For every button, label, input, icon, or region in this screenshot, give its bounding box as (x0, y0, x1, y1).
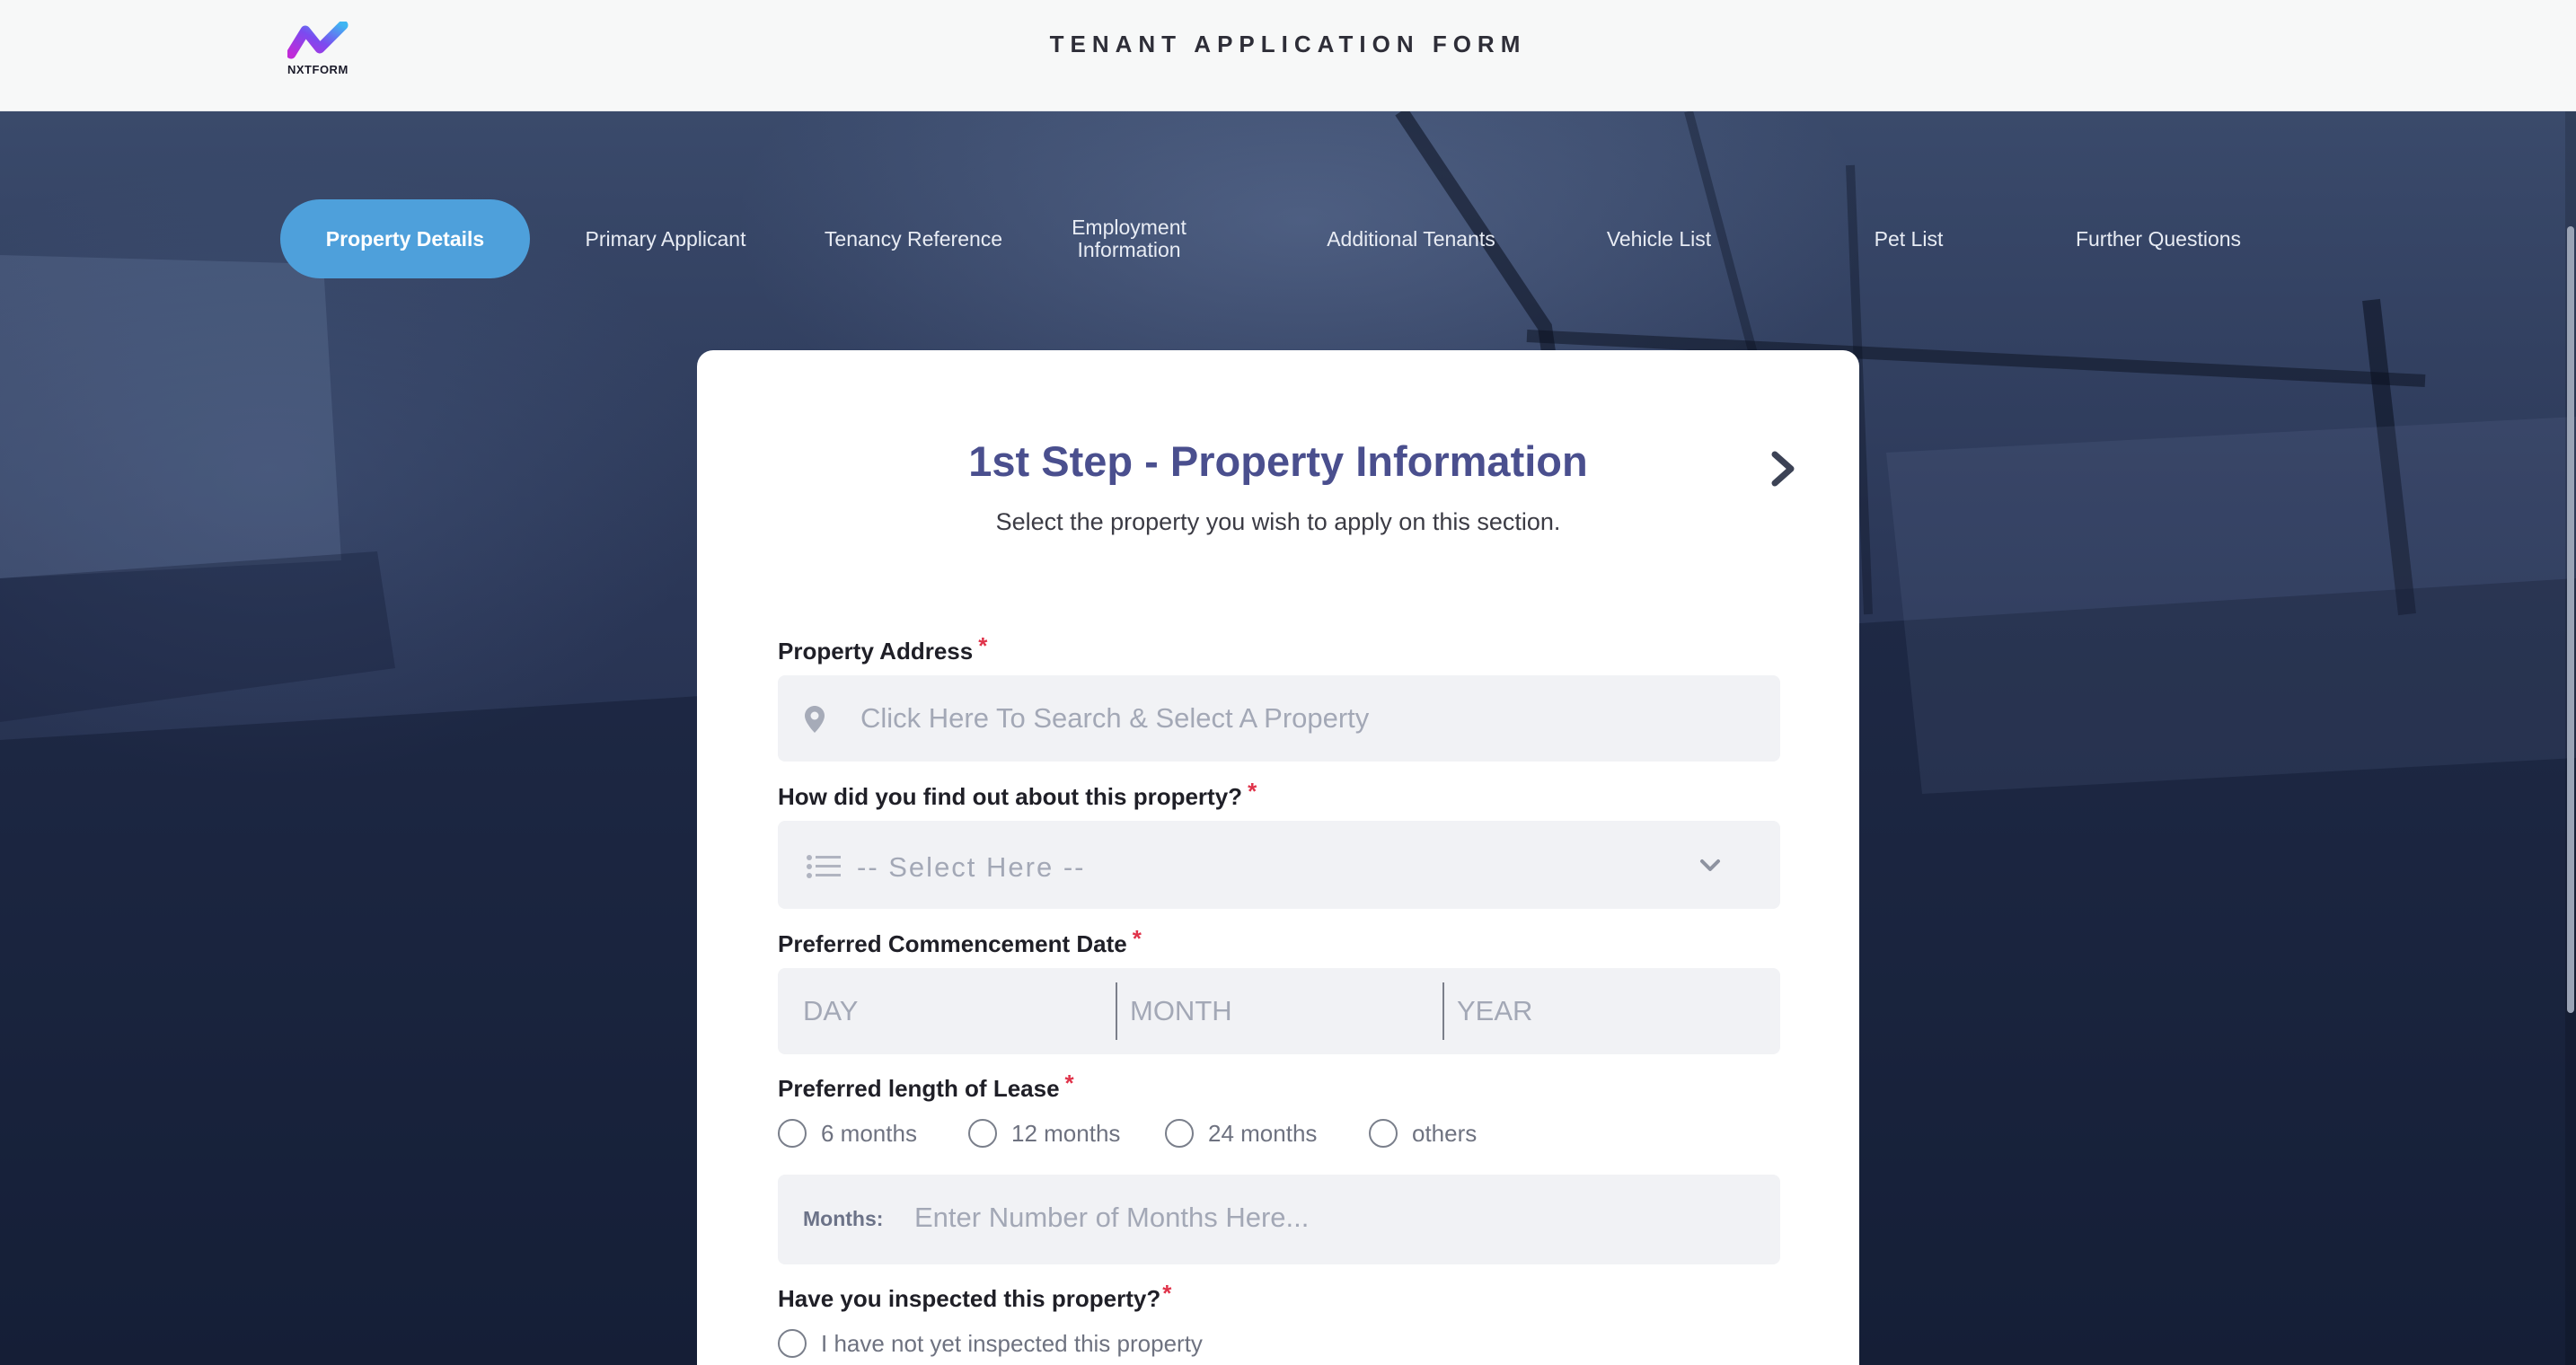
required-asterisk: * (1162, 1280, 1172, 1307)
step-further-questions[interactable]: Further Questions (2033, 199, 2283, 278)
radio-circle[interactable] (1369, 1119, 1398, 1148)
location-pin-icon (805, 706, 825, 733)
radio-circle[interactable] (968, 1119, 997, 1148)
year-input[interactable]: YEAR (1432, 968, 1780, 1054)
month-input[interactable]: MONTH (1105, 968, 1432, 1054)
commencement-date-field: DAY MONTH YEAR (778, 968, 1780, 1054)
commencement-date-label-text: Preferred Commencement Date (778, 930, 1127, 957)
property-address-input[interactable]: Click Here To Search & Select A Property (778, 675, 1780, 762)
find-out-label: How did you find out about this property… (778, 778, 1257, 811)
step-title: 1st Step - Property Information (968, 437, 1588, 485)
find-out-label-text: How did you find out about this property… (778, 783, 1243, 810)
step-vehicle-list[interactable]: Vehicle List (1534, 199, 1784, 278)
page-title: TENANT APPLICATION FORM (1049, 31, 1527, 57)
step-subtitle: Select the property you wish to apply on… (995, 508, 1561, 535)
steps-nav: Property Details Primary Applicant Tenan… (280, 199, 2292, 278)
property-address-label: Property Address * (778, 632, 987, 665)
radio-circle[interactable] (778, 1329, 807, 1358)
inspected-label-text: Have you inspected this property? (778, 1285, 1161, 1312)
logo-text: NXTFORM (287, 63, 348, 76)
lease-24-months-radio[interactable]: 24 months (1165, 1119, 1317, 1148)
radio-label: I have not yet inspected this property (821, 1329, 1203, 1357)
radio-label: 12 months (1011, 1119, 1121, 1147)
radio-label: 24 months (1208, 1119, 1318, 1147)
inspected-label: Have you inspected this property?* (778, 1280, 1171, 1313)
top-header: NXTFORM TENANT APPLICATION FORM (0, 0, 2576, 111)
lease-length-label: Preferred length of Lease * (778, 1070, 1074, 1103)
form-card: 1st Step - Property Information Select t… (697, 350, 1859, 1365)
radio-circle[interactable] (778, 1119, 807, 1148)
scrollbar-thumb[interactable] (2567, 226, 2574, 1013)
commencement-date-label: Preferred Commencement Date * (778, 925, 1142, 958)
find-out-select[interactable]: -- Select Here -- (778, 821, 1780, 909)
step-tenancy-reference[interactable]: Tenancy Reference (789, 199, 1038, 278)
radio-label: 6 months (821, 1119, 917, 1147)
radio-circle[interactable] (1165, 1119, 1194, 1148)
required-asterisk: * (1132, 925, 1142, 952)
step-pet-list[interactable]: Pet List (1784, 199, 2033, 278)
required-asterisk: * (1248, 778, 1257, 805)
lease-6-months-radio[interactable]: 6 months (778, 1119, 917, 1148)
day-input[interactable]: DAY (778, 968, 1116, 1054)
step-primary-applicant[interactable]: Primary Applicant (541, 199, 790, 278)
property-address-placeholder: Click Here To Search & Select A Property (860, 702, 1370, 734)
find-out-selected-value: -- Select Here -- (857, 851, 1086, 883)
lease-length-label-text: Preferred length of Lease (778, 1075, 1060, 1102)
required-asterisk: * (978, 632, 988, 659)
months-placeholder: Enter Number of Months Here... (914, 1202, 1310, 1233)
next-step-arrow-icon[interactable] (1768, 449, 1800, 489)
months-input[interactable]: Months: Enter Number of Months Here... (778, 1175, 1780, 1264)
step-employment-information[interactable]: Employment Information (1044, 199, 1214, 278)
step-additional-tenants[interactable]: Additional Tenants (1286, 199, 1536, 278)
step-property-details[interactable]: Property Details (280, 199, 530, 278)
months-label: Months: (803, 1207, 884, 1230)
not-inspected-radio[interactable]: I have not yet inspected this property (778, 1329, 1203, 1358)
page-scrollbar[interactable] (2565, 111, 2576, 1365)
radio-label: others (1412, 1119, 1478, 1147)
property-address-label-text: Property Address (778, 638, 974, 665)
lease-12-months-radio[interactable]: 12 months (968, 1119, 1120, 1148)
required-asterisk: * (1064, 1070, 1074, 1096)
list-icon (807, 855, 841, 878)
lease-others-radio[interactable]: others (1369, 1119, 1477, 1148)
chevron-down-icon (1700, 859, 1720, 871)
